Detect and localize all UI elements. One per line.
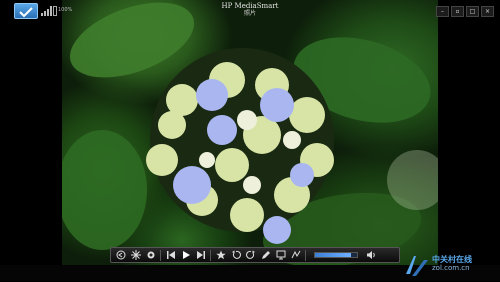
slideshow-icon[interactable] (274, 249, 287, 261)
next-icon[interactable] (194, 249, 207, 261)
restore-icon[interactable]: ▫ (451, 6, 464, 17)
previous-icon[interactable] (164, 249, 177, 261)
separator (210, 249, 211, 261)
separator (305, 249, 306, 261)
rotate-left-icon[interactable] (229, 249, 242, 261)
playback-controlbar (110, 247, 400, 263)
settings-gear-icon[interactable] (129, 249, 142, 261)
zol-watermark: 中关村在线 zol.com.cn (404, 254, 494, 278)
volume-fill (315, 253, 351, 257)
options-gear-icon[interactable] (144, 249, 157, 261)
app-subtitle: 照片 (243, 10, 256, 17)
rotate-right-icon[interactable] (244, 249, 257, 261)
speaker-icon[interactable] (364, 249, 377, 261)
window-controls: – ▫ □ × (436, 6, 494, 17)
share-icon[interactable] (289, 249, 302, 261)
back-icon[interactable] (114, 249, 127, 261)
separator (160, 249, 161, 261)
app-title: HP MediaSmart (221, 2, 279, 10)
volume-slider[interactable] (314, 252, 358, 258)
watermark-url: zol.com.cn (432, 264, 470, 272)
play-icon[interactable] (179, 249, 192, 261)
close-icon[interactable]: × (481, 6, 494, 17)
photo-viewer-image (62, 0, 438, 266)
zol-logo-icon (406, 256, 428, 276)
minimize-icon[interactable]: – (436, 6, 449, 17)
favorite-star-icon[interactable] (214, 249, 227, 261)
title-bar: 100% HP MediaSmart 照片 – ▫ □ × (0, 0, 500, 20)
edit-icon[interactable] (259, 249, 272, 261)
maximize-icon[interactable]: □ (466, 6, 479, 17)
hydrangea-photo (62, 2, 438, 266)
